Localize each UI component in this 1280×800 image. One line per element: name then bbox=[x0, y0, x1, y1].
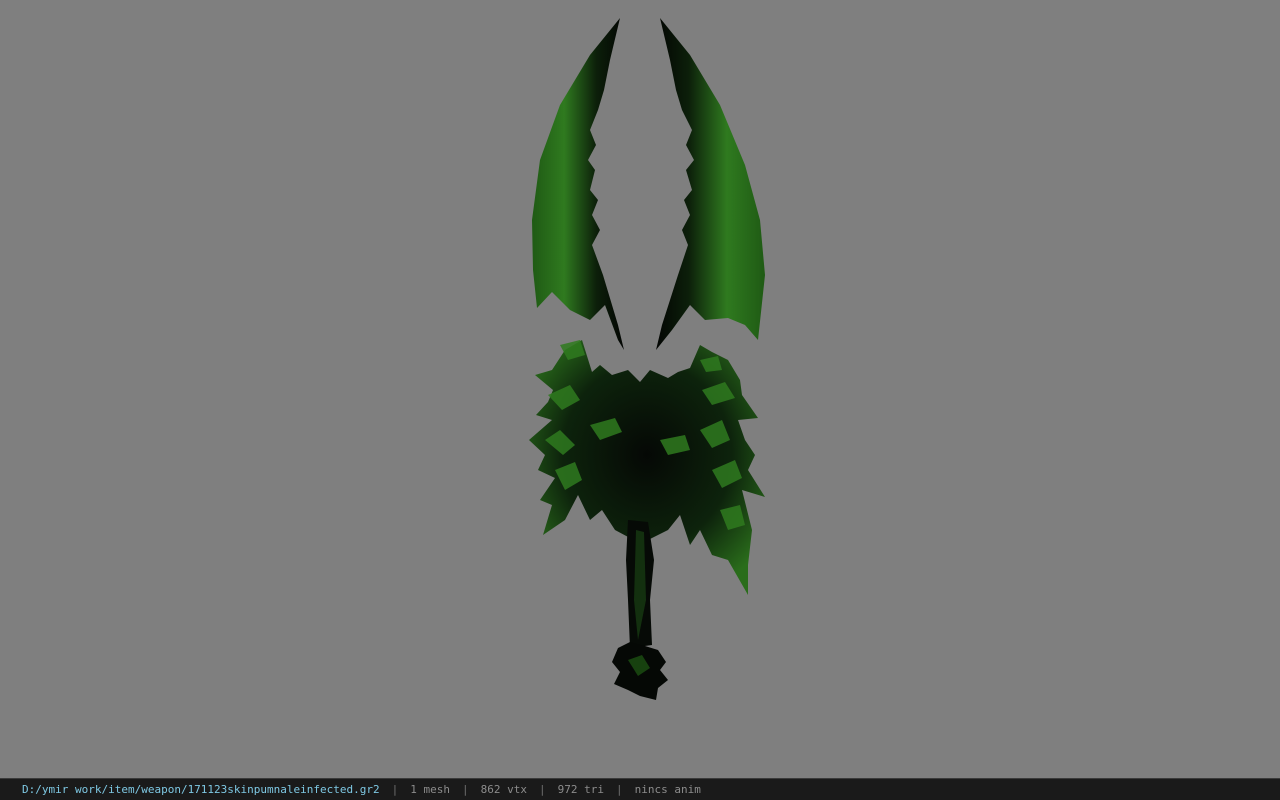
left-blade bbox=[532, 18, 624, 350]
separator: | bbox=[538, 783, 546, 796]
3d-viewport[interactable] bbox=[0, 0, 1280, 778]
triangle-count: 972 tri bbox=[557, 783, 604, 796]
vertex-count: 862 vtx bbox=[480, 783, 527, 796]
mesh-count: 1 mesh bbox=[410, 783, 450, 796]
separator: | bbox=[462, 783, 469, 796]
file-path: D:/ymir work/item/weapon/171123skinpumna… bbox=[22, 783, 380, 796]
separator: | bbox=[391, 783, 399, 796]
separator: | bbox=[615, 783, 623, 796]
weapon-model bbox=[529, 18, 765, 700]
animation-status: nincs anim bbox=[634, 783, 701, 796]
right-blade bbox=[656, 18, 765, 350]
status-bar: D:/ymir work/item/weapon/171123skinpumna… bbox=[0, 778, 1280, 800]
